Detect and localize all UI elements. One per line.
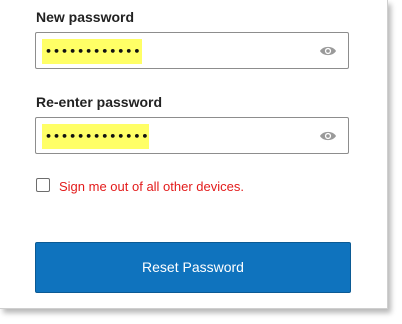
reset-password-button[interactable]: Reset Password — [35, 242, 351, 293]
eye-icon[interactable] — [319, 45, 337, 57]
new-password-value: •••••••••••• — [42, 39, 142, 64]
sign-out-checkbox[interactable] — [36, 178, 50, 192]
sign-out-checkbox-label[interactable]: Sign me out of all other devices. — [59, 179, 244, 194]
reenter-password-field[interactable]: ••••••••••••• — [35, 117, 349, 154]
new-password-label: New password — [36, 9, 135, 25]
eye-icon[interactable] — [319, 130, 337, 142]
reenter-password-label: Re-enter password — [36, 94, 163, 110]
new-password-field[interactable]: •••••••••••• — [35, 32, 349, 69]
reenter-password-value: ••••••••••••• — [42, 124, 149, 149]
reset-password-panel: New password •••••••••••• Re-enter passw… — [0, 0, 388, 309]
